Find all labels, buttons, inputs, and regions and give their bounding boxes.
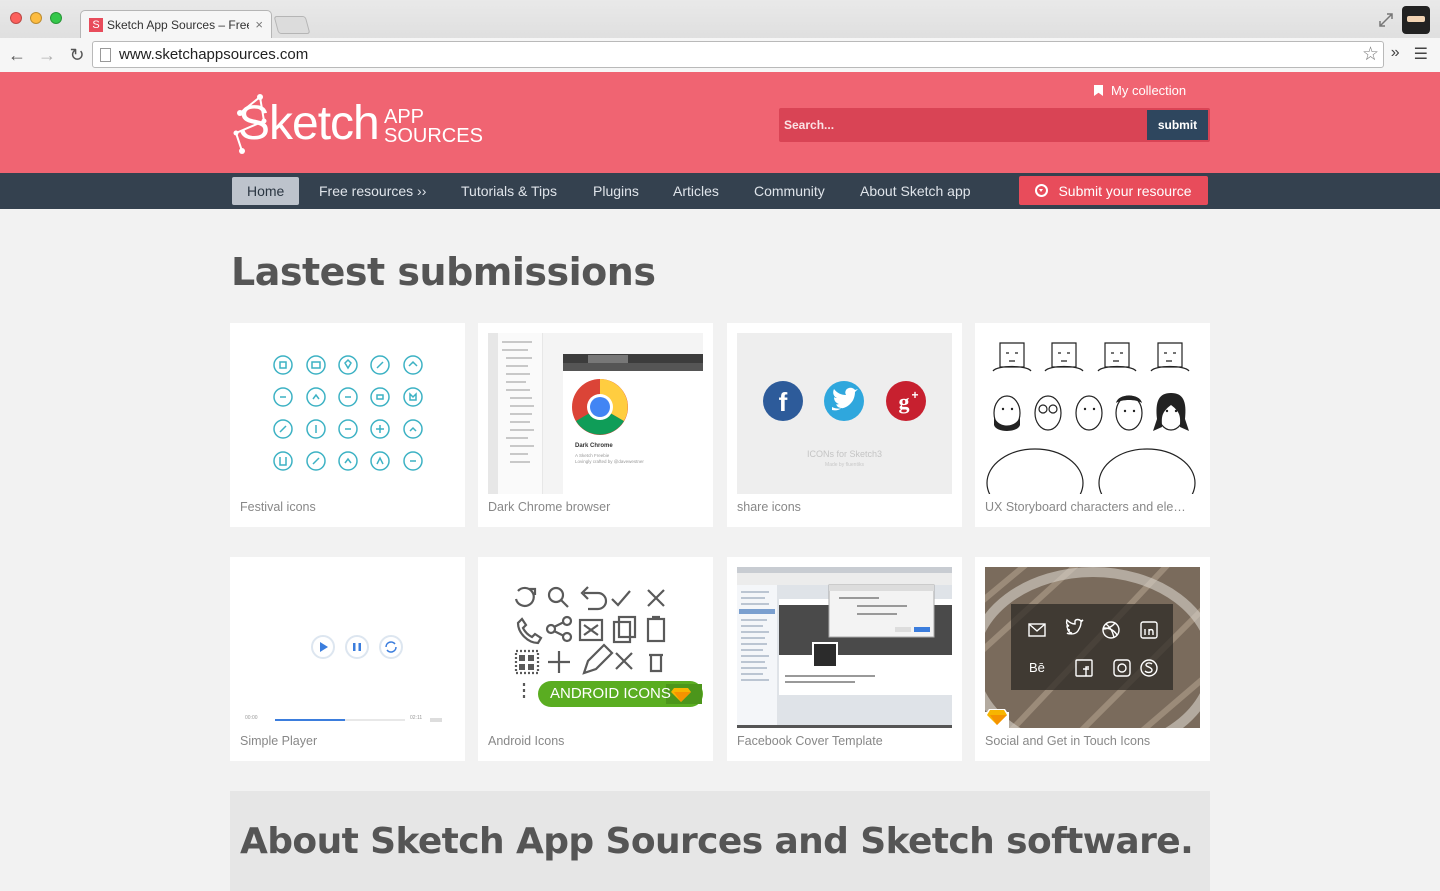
window-controls [10,12,62,24]
resource-card[interactable]: 00:00 02:11 Simple Player [230,557,465,761]
resource-card[interactable]: Festival icons [230,323,465,527]
svg-text:+: + [911,388,918,402]
nav-item-articles[interactable]: Articles [658,177,734,205]
my-collection-link[interactable]: My collection [1094,83,1186,98]
card-title: Festival icons [240,500,316,514]
festival-icons-grid-icon [273,355,423,471]
submit-resource-label: Submit your resource [1058,182,1192,199]
card-thumbnail [985,333,1200,494]
card-thumbnail: Dark Chrome A Sketch Freebie Lovingly cr… [488,333,703,494]
card-title: Social and Get in Touch Icons [985,734,1151,748]
browser-chrome: S Sketch App Sources – Free × ← → ↻ www.… [0,0,1440,72]
submit-resource-button[interactable]: Submit your resource [1019,176,1208,205]
forward-icon[interactable]: → [34,45,60,66]
extensions-overflow-icon[interactable]: » [1391,44,1400,64]
time-total: 02:11 [410,715,423,721]
storyboard-characters-preview [986,342,1196,494]
android-banner-text: ANDROID ICONS [550,685,671,702]
card-thumbnail: 00:00 02:11 [240,567,455,728]
logo-app-text: APP [384,106,425,128]
reload-icon[interactable]: ↻ [64,45,90,66]
search-submit-button[interactable]: submit [1147,110,1208,140]
browser-toolbar: ← → ↻ www.sketchappsources.com ☆ » ☰ [0,38,1440,72]
address-bar[interactable]: www.sketchappsources.com ☆ [92,41,1384,68]
logo-sources-text: SOURCES [384,125,483,147]
nav-item-home[interactable]: Home [232,177,300,205]
nav-item-plugins[interactable]: Plugins [578,177,654,205]
resource-card[interactable]: Bē Social and Get in Touch Icons [975,557,1210,761]
tab-title: Sketch App Sources – Free [107,17,250,32]
android-icons-preview [514,586,703,707]
back-icon[interactable]: ← [4,45,30,66]
facebook-template-preview [737,567,952,728]
card-thumbnail: Bē [985,567,1200,728]
close-tab-icon[interactable]: × [255,17,263,32]
card-thumbnail: f g + ICONs for Sketch3 Made by fluentiks [737,333,952,494]
page-title: Lastest submissions [231,250,656,294]
profile-avatar[interactable] [1402,6,1430,34]
resource-card[interactable]: Facebook Cover Template [727,557,962,761]
favicon-icon: S [89,17,103,32]
bookmark-star-icon[interactable]: ☆ [1362,43,1379,66]
card-thumbnail [240,333,455,494]
zoom-window-button[interactable] [50,12,62,24]
my-collection-label: My collection [1111,83,1187,98]
fullscreen-icon[interactable] [1378,12,1394,28]
thumb-credit: Made by fluentiks [825,462,864,468]
nav-item-community[interactable]: Community [739,177,840,205]
page-icon [100,48,111,62]
thumb-subtitle: A Sketch Freebie [575,453,610,458]
card-title: Facebook Cover Template [737,734,883,748]
nav-item-free-resources[interactable]: Free resources ›› [304,177,441,205]
main-nav: Home Free resources ›› Tutorials & Tips … [0,173,1440,209]
browser-tab[interactable]: S Sketch App Sources – Free × [80,10,272,38]
dark-chrome-preview [488,333,703,494]
search-form: submit [779,108,1210,142]
card-title: Simple Player [240,734,318,748]
resource-card[interactable]: ANDROID ICONS Android Icons [478,557,713,761]
minimize-window-button[interactable] [30,12,42,24]
resource-card[interactable]: f g + ICONs for Sketch3 Made by fluentiks… [727,323,962,527]
search-input[interactable] [779,108,1147,142]
svg-text:g: g [899,389,910,414]
time-elapsed: 00:00 [245,715,258,721]
card-title: Android Icons [488,734,565,748]
thumb-title: Dark Chrome [575,443,613,449]
close-window-button[interactable] [10,12,22,24]
thumb-caption: ICONs for Sketch3 [806,449,883,459]
social-icons-preview [985,567,1200,728]
thumb-credit: Lovingly crafted by @davewestner [575,459,644,464]
menu-icon[interactable]: ☰ [1414,44,1428,64]
download-icon [1035,184,1049,197]
about-section: About Sketch App Sources and Sketch soft… [230,791,1210,891]
logo-main-text: Sketch [238,97,380,150]
svg-text:f: f [779,387,788,417]
behance-icon: Bē [1029,660,1045,675]
resource-card[interactable]: UX Storyboard characters and ele… [975,323,1210,527]
card-title: share icons [737,500,801,514]
player-preview [275,635,442,722]
bookmark-icon [1094,85,1103,96]
nav-item-tutorials[interactable]: Tutorials & Tips [446,177,572,205]
nav-item-about-sketch[interactable]: About Sketch app [845,177,986,205]
url-text: www.sketchappsources.com [119,46,309,63]
window-right-controls [1378,6,1430,34]
resource-card[interactable]: Dark Chrome A Sketch Freebie Lovingly cr… [478,323,713,527]
card-thumbnail [737,567,952,728]
new-tab-button[interactable] [273,16,311,34]
card-title: Dark Chrome browser [488,500,611,514]
site-logo[interactable]: Sketch APP SOURCES [230,93,490,155]
card-thumbnail: ANDROID ICONS [488,567,703,728]
about-heading: About Sketch App Sources and Sketch soft… [240,821,1194,862]
share-icons-preview: f g + [763,381,926,421]
site-header: Sketch APP SOURCES My collection submit [0,72,1440,173]
card-title: UX Storyboard characters and ele… [985,500,1186,514]
toolbar-right: » ☰ [1391,44,1428,64]
